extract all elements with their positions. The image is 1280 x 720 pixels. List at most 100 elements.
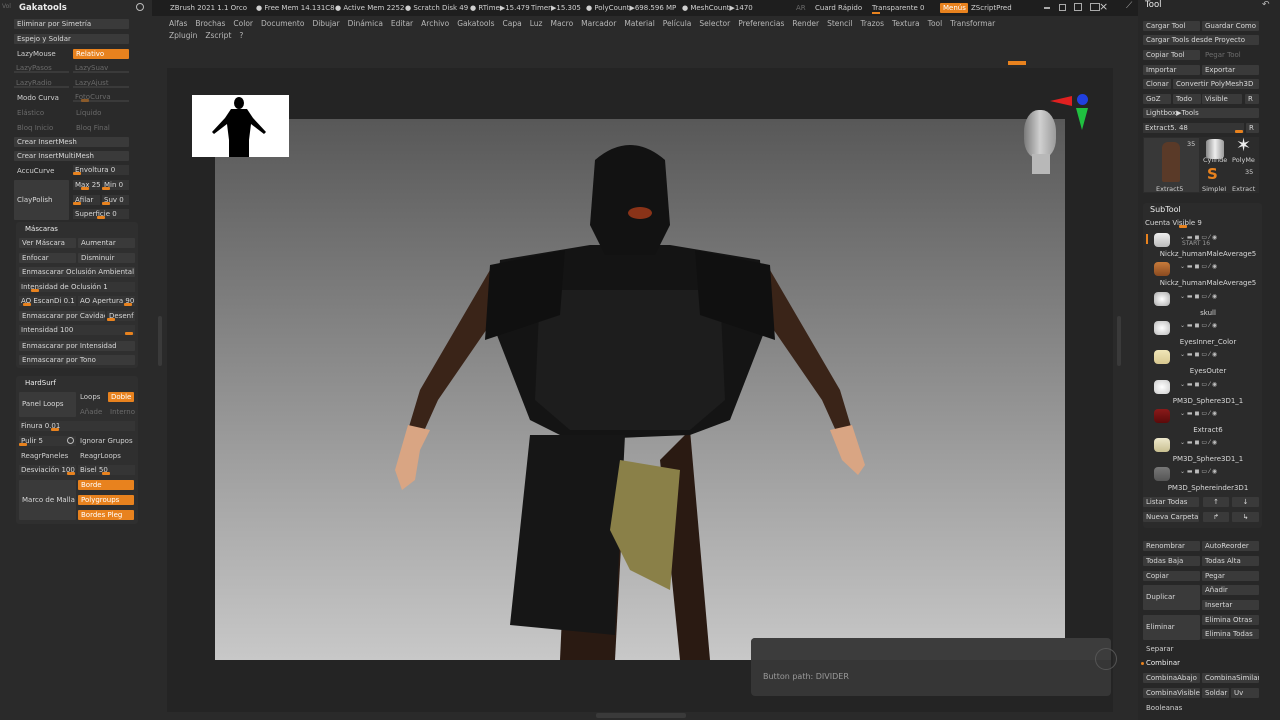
listar-todas-button[interactable]: Listar Todas [1143,497,1199,507]
tool-reset-icon[interactable]: ↶ [1262,1,1271,10]
combina-abajo-button[interactable]: CombinaAbajo [1143,673,1200,683]
pin-icon[interactable] [136,3,144,11]
duplicar-button[interactable]: Duplicar [1143,585,1200,610]
subtool-row[interactable]: ⌄ ▬ ◼ ▭ ⁄ ◉ Nickz_humanMaleAverage5 START … [1150,231,1262,259]
enm-intensidad-button[interactable]: Enmascarar por Intensidad [19,341,135,351]
subtool-thumb-icon[interactable] [1154,320,1170,335]
marco-malla-button[interactable]: Marco de Malla [19,480,76,520]
crear-insertmultimesh-button[interactable]: Crear InsertMultiMesh [14,151,129,161]
disminuir-button[interactable]: Disminuir [78,253,135,263]
menus-toggle[interactable]: Menús [940,3,968,13]
modo-curva-label[interactable]: Modo Curva [17,93,59,103]
enm-cavidad-button[interactable]: Enmascarar por Cavidad [19,311,105,321]
bloq-inicio-label[interactable]: Bloq Inicio [17,123,53,133]
subtool-thumb-icon[interactable] [1154,262,1170,277]
close-icon[interactable]: × [1099,0,1109,14]
menu-item[interactable]: Tool [928,19,943,29]
menu-item[interactable]: Zscript [205,31,231,41]
left-dock-handle[interactable] [158,316,162,366]
subtool-thumb-icon[interactable] [1154,350,1170,365]
subtool-row[interactable]: ⌄ ▬ ◼ ▭ ⁄ ◉ Extract6 [1150,407,1262,435]
subtool-thumb-icon[interactable] [1154,291,1170,306]
subtool-toggles[interactable]: ⌄ ▬ ◼ ▭ ⁄ ◉ [1180,263,1217,270]
subtool-thumb-icon[interactable] [1154,408,1170,423]
pulir-slider[interactable]: Pulir 5 [19,436,76,446]
menu-item[interactable]: Dibujar [312,19,339,29]
intensidad-oclusion-slider[interactable]: Intensidad de Oclusión 1 [19,282,135,292]
subtool-row[interactable]: ⌄ ▬ ◼ ▭ ⁄ ◉ PM3D_Sphereinder3D1 [1150,465,1262,493]
menu-item[interactable]: Render [792,19,819,29]
polymesh-star-icon[interactable]: ✶ [1236,136,1251,156]
menu-item[interactable]: Marcador [581,19,616,29]
subtool-title[interactable]: SubTool [1150,205,1181,215]
subtool-toggles[interactable]: ⌄ ▬ ◼ ▭ ⁄ ◉ [1180,351,1217,358]
visible-button[interactable]: Visible [1202,94,1242,104]
menu-item[interactable]: Zplugin [169,31,197,41]
convertir-button[interactable]: Convertir PolyMesh3D [1173,79,1259,89]
subtool-toggles[interactable]: ⌄ ▬ ◼ ▭ ⁄ ◉ [1180,293,1217,300]
menu-item[interactable]: Macro [550,19,573,29]
aumentar-button[interactable]: Aumentar [78,238,135,248]
transparent-slider-knob[interactable] [872,12,880,14]
ver-mascara-button[interactable]: Ver Máscara [19,238,76,248]
extract-slider[interactable]: Extract5. 48 [1143,123,1244,133]
simple-brush-icon[interactable]: S [1207,166,1218,182]
anadir-button[interactable]: Añadir [1202,585,1259,595]
menu-item[interactable]: Material [624,19,654,29]
menu-item[interactable]: ? [239,31,243,41]
borde-button[interactable]: Borde [78,480,134,490]
menu-item[interactable]: Preferencias [738,19,784,29]
afilar-slider[interactable]: Afilar [73,195,100,205]
menu-item[interactable]: Película [663,19,692,29]
soldar-button[interactable]: Soldar [1202,688,1229,698]
cargar-proyecto-button[interactable]: Cargar Tools desde Proyecto [1143,35,1259,45]
folder-in-button[interactable]: ↱ [1203,512,1229,522]
interno-label[interactable]: Interno [110,407,135,417]
finura-slider[interactable]: Finura 0.01 [19,421,135,431]
r-button[interactable]: R [1245,94,1259,104]
zscript-pred[interactable]: ZScriptPred [971,3,1012,13]
minimize-icon[interactable] [1044,7,1050,9]
subtool-scroll-indicator[interactable] [1146,234,1148,244]
subtool-row[interactable]: ⌄ ▬ ◼ ▭ ⁄ ◉ PM3D_Sphere3D1_1 [1150,378,1262,406]
transparent-slider[interactable]: Transparente 0 [872,3,932,13]
bloq-final-label[interactable]: Bloq Final [76,123,110,133]
pegar-tool-button[interactable]: Pegar Tool [1202,50,1259,60]
right-dock-handle[interactable] [1117,316,1121,366]
subtool-row[interactable]: ⌄ ▬ ◼ ▭ ⁄ ◉ PM3D_Sphere3D1_1 [1150,436,1262,464]
desviacion-slider[interactable]: Desviación 100 [19,465,76,475]
subtool-toggles[interactable]: ⌄ ▬ ◼ ▭ ⁄ ◉ [1180,322,1217,329]
combina-similar-button[interactable]: CombinaSimilar [1202,673,1259,683]
copiar-tool-button[interactable]: Copiar Tool [1143,50,1200,60]
menu-item[interactable]: Capa [503,19,522,29]
crear-insertmesh-button[interactable]: Crear InsertMesh [14,137,129,147]
espejo-soldar-button[interactable]: Espejo y Soldar [14,34,129,44]
lightbox-tools-button[interactable]: Lightbox▶Tools [1143,108,1259,118]
doble-button[interactable]: Doble [108,392,134,402]
todo-button[interactable]: Todo [1173,94,1201,104]
todas-baja-button[interactable]: Todas Baja [1143,556,1200,566]
menu-item[interactable]: Selector [699,19,730,29]
loops-label[interactable]: Loops [80,392,100,402]
reagr-paneles-label[interactable]: ReagrPaneles [21,451,68,461]
cargar-tool-button[interactable]: Cargar Tool [1143,21,1200,31]
pegar-button[interactable]: Pegar [1202,571,1259,581]
eliminar-button[interactable]: Eliminar [1143,615,1200,640]
reagr-loops-label[interactable]: ReagrLoops [80,451,121,461]
lazyajust-slider[interactable]: LazyAjust [73,78,129,88]
renombrar-button[interactable]: Renombrar [1143,541,1200,551]
liquido-label[interactable]: Líquido [76,108,101,118]
move-down-button[interactable]: ↓ [1232,497,1259,507]
subtool-row[interactable]: ⌄ ▬ ◼ ▭ ⁄ ◉ EyesInner_Color [1150,319,1262,347]
separar-label[interactable]: Separar [1146,644,1174,654]
superficie-slider[interactable]: Superficie 0 [73,209,129,219]
axis-red-icon[interactable] [1050,96,1072,106]
copiar-button[interactable]: Copiar [1143,571,1200,581]
guardar-como-button[interactable]: Guardar Como [1202,21,1259,31]
tool-icon[interactable]: ⟋ [1126,2,1135,11]
pulir-dial-icon[interactable] [67,437,74,444]
exportar-button[interactable]: Exportar [1202,65,1259,75]
character-model[interactable] [390,130,870,660]
tool-title[interactable]: Tool [1145,0,1162,10]
menu-item[interactable]: Luz [530,19,543,29]
